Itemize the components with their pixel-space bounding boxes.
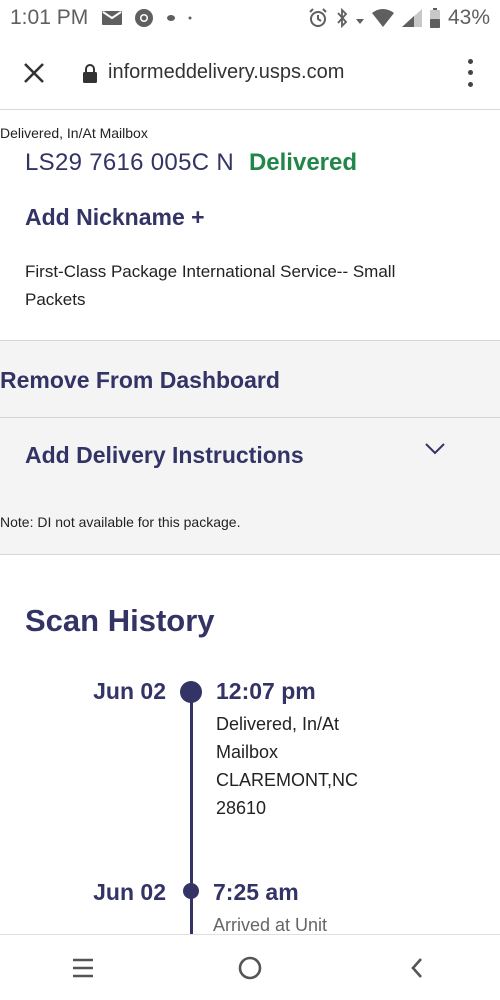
tracking-status: Delivered [248, 149, 358, 176]
recent-apps-icon[interactable] [63, 948, 103, 988]
status-bar: 1:01 PM 43% [0, 0, 500, 36]
scan-description-line: Mailbox [216, 742, 279, 762]
system-navigation-bar [0, 934, 500, 1000]
home-icon[interactable] [230, 948, 270, 988]
scan-date: Jun 02 [93, 678, 166, 704]
remove-row: Remove From Dashboard [0, 341, 500, 417]
back-icon[interactable] [397, 948, 437, 988]
signal-icon [401, 9, 422, 27]
wifi-icon [371, 9, 394, 27]
package-status-summary: Delivered, In/At Mailbox [0, 125, 148, 141]
chrome-icon [134, 8, 154, 28]
chevron-down-icon[interactable] [424, 442, 446, 456]
di-note: Note: DI not available for this package. [0, 514, 241, 530]
scan-description-line: Arrived at Unit [213, 915, 328, 934]
remove-from-dashboard-link[interactable]: Remove From Dashboard [0, 367, 280, 394]
mail-icon [102, 11, 123, 25]
browser-toolbar: informeddelivery.usps.com [0, 36, 500, 110]
close-icon[interactable] [19, 58, 49, 88]
delivery-instructions-section: Add Delivery Instructions Note: DI not a… [0, 418, 500, 554]
service-type: First-Class Package International Servic… [25, 262, 396, 309]
package-card: Delivered, In/At Mailbox LS29 7616 005C … [0, 110, 500, 340]
tracking-row: LS29 7616 005C N Delivered [25, 149, 357, 177]
tracking-number: LS29 7616 005C N [25, 149, 234, 176]
scan-date: Jun 02 [93, 879, 166, 905]
add-delivery-instructions-toggle[interactable]: Add Delivery Instructions [25, 442, 304, 469]
battery-icon [429, 8, 440, 28]
add-nickname-link[interactable]: Add Nickname + [25, 204, 205, 231]
status-time: 1:01 PM [10, 6, 89, 29]
scan-description-line: CLAREMONT,NC [216, 770, 359, 790]
scan-description: Delivered, In/At Mailbox CLAREMONT,NC 28… [216, 710, 416, 822]
timeline-dot [183, 883, 199, 899]
alarm-icon [308, 8, 328, 28]
scan-description: Arrived at Unit [213, 911, 413, 934]
scan-time: 12:07 pm [216, 678, 316, 704]
scan-time: 7:25 am [213, 879, 299, 905]
scan-history-section: Scan History Jun 02 12:07 pm Delivered, … [0, 555, 500, 934]
data-arrows-icon [355, 11, 364, 25]
more-options-icon[interactable] [465, 58, 475, 87]
scan-description-line: 28610 [216, 798, 267, 818]
lock-icon [82, 63, 98, 83]
bluetooth-icon [336, 8, 348, 28]
dot-icon [166, 14, 176, 22]
scan-history-title: Scan History [25, 603, 215, 638]
battery-percentage: 43% [447, 6, 490, 29]
timeline-dot [180, 681, 202, 703]
scan-description-line: Delivered, In/At [216, 714, 340, 734]
url-text[interactable]: informeddelivery.usps.com [108, 61, 344, 84]
small-dot-icon [188, 16, 192, 20]
page-content: Delivered, In/At Mailbox LS29 7616 005C … [0, 110, 500, 934]
